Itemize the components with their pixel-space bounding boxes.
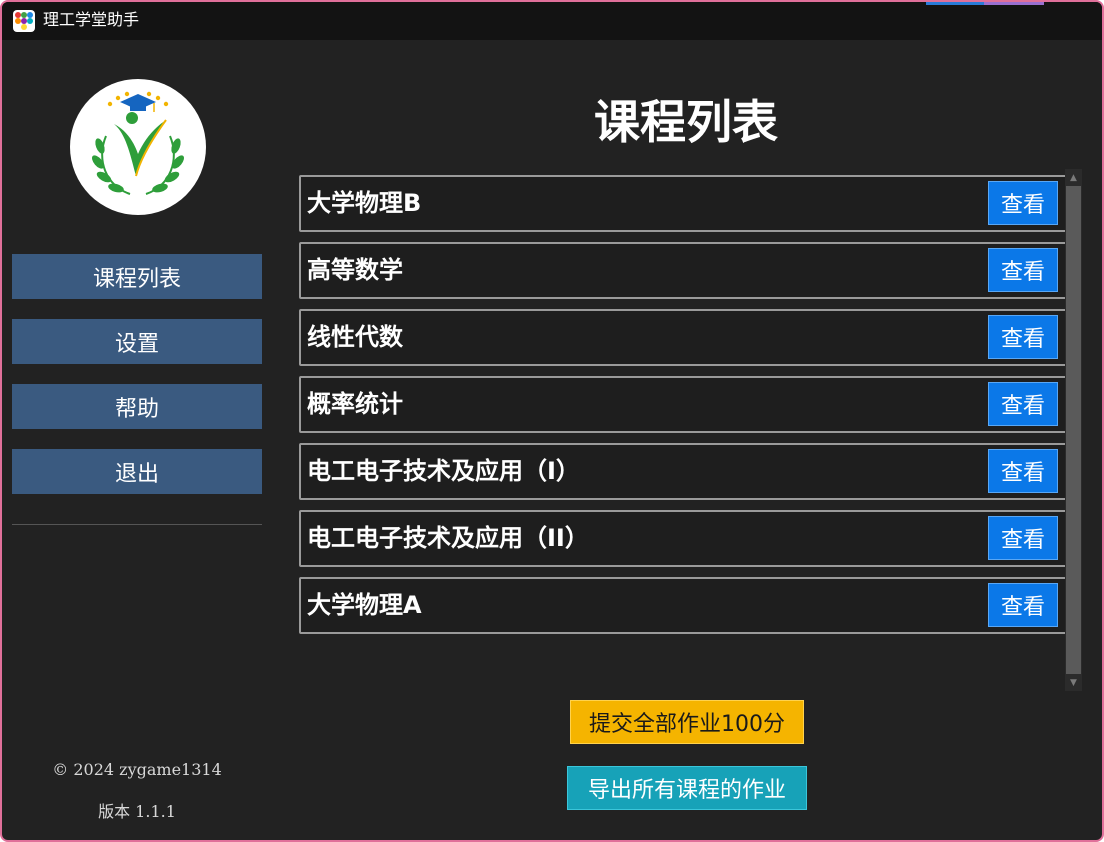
sidebar-item-settings[interactable]: 设置 [12, 319, 262, 364]
view-course-button[interactable]: 查看 [988, 248, 1058, 292]
course-name: 概率统计 [307, 390, 403, 418]
version-text: 版本 1.1.1 [98, 802, 176, 821]
course-name: 大学物理B [307, 189, 422, 217]
copyright-text: © 2024 zygame1314 [52, 760, 222, 779]
course-row: 高等数学 查看 [299, 242, 1067, 299]
course-row: 电工电子技术及应用（I） 查看 [299, 443, 1067, 500]
submit-all-homework-button[interactable]: 提交全部作业100分 [570, 700, 804, 744]
course-row: 电工电子技术及应用（II） 查看 [299, 510, 1067, 567]
view-course-button[interactable]: 查看 [988, 449, 1058, 493]
app-icon [13, 10, 35, 32]
course-name: 高等数学 [307, 256, 403, 284]
export-all-homework-button[interactable]: 导出所有课程的作业 [567, 766, 807, 810]
course-row: 概率统计 查看 [299, 376, 1067, 433]
course-name: 线性代数 [307, 323, 403, 351]
view-course-button[interactable]: 查看 [988, 181, 1058, 225]
course-row: 线性代数 查看 [299, 309, 1067, 366]
sidebar-item-help[interactable]: 帮助 [12, 384, 262, 429]
app-window: 理工学堂助手 课程列表 设置 帮助 退出 © 2024 zygame1314 版… [0, 0, 1104, 842]
course-row: 大学物理B 查看 [299, 175, 1067, 232]
course-name: 电工电子技术及应用（I） [307, 457, 580, 485]
course-row: 大学物理A 查看 [299, 577, 1067, 634]
scroll-up-icon[interactable]: ▲ [1065, 169, 1082, 186]
view-course-button[interactable]: 查看 [988, 583, 1058, 627]
view-course-button[interactable]: 查看 [988, 382, 1058, 426]
course-name: 电工电子技术及应用（II） [307, 524, 589, 552]
titlebar-accent [984, 2, 1044, 5]
scroll-down-icon[interactable]: ▼ [1065, 674, 1082, 691]
page-title: 课程列表 [594, 95, 778, 149]
scroll-thumb[interactable] [1066, 186, 1081, 674]
course-list-scrollbar[interactable]: ▲ ▼ [1065, 169, 1082, 691]
school-logo-icon [70, 76, 206, 218]
view-course-button[interactable]: 查看 [988, 516, 1058, 560]
window-title: 理工学堂助手 [43, 10, 140, 29]
sidebar-item-exit[interactable]: 退出 [12, 449, 262, 494]
title-bar[interactable]: 理工学堂助手 [2, 2, 1102, 40]
view-course-button[interactable]: 查看 [988, 315, 1058, 359]
sidebar-divider [12, 524, 262, 525]
course-name: 大学物理A [307, 591, 422, 619]
sidebar-item-course-list[interactable]: 课程列表 [12, 254, 262, 299]
titlebar-accent [926, 2, 984, 5]
